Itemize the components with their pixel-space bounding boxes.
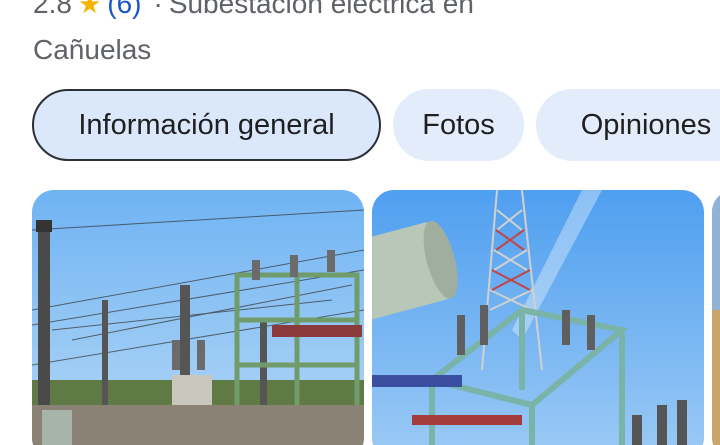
review-count-link[interactable]: (6) <box>107 0 141 19</box>
tab-overview[interactable]: Información general <box>32 89 381 161</box>
tab-bar: Información general Fotos Opiniones <box>32 89 720 161</box>
rating-value: 2.8 <box>33 0 72 19</box>
rating-line: 2.8 ★ (6) · Subestación eléctrica en <box>33 0 474 22</box>
star-icon: ★ <box>77 0 102 19</box>
photo-strip <box>0 190 720 445</box>
substation-photo-1[interactable] <box>32 190 364 445</box>
tab-photos[interactable]: Fotos <box>393 89 524 161</box>
place-location: Cañuelas <box>33 34 152 65</box>
separator: · <box>153 0 163 19</box>
substation-photo-3[interactable] <box>712 190 720 445</box>
tab-reviews[interactable]: Opiniones <box>536 89 720 161</box>
place-category: Subestación eléctrica en <box>168 0 474 19</box>
substation-photo-2[interactable] <box>372 190 704 445</box>
